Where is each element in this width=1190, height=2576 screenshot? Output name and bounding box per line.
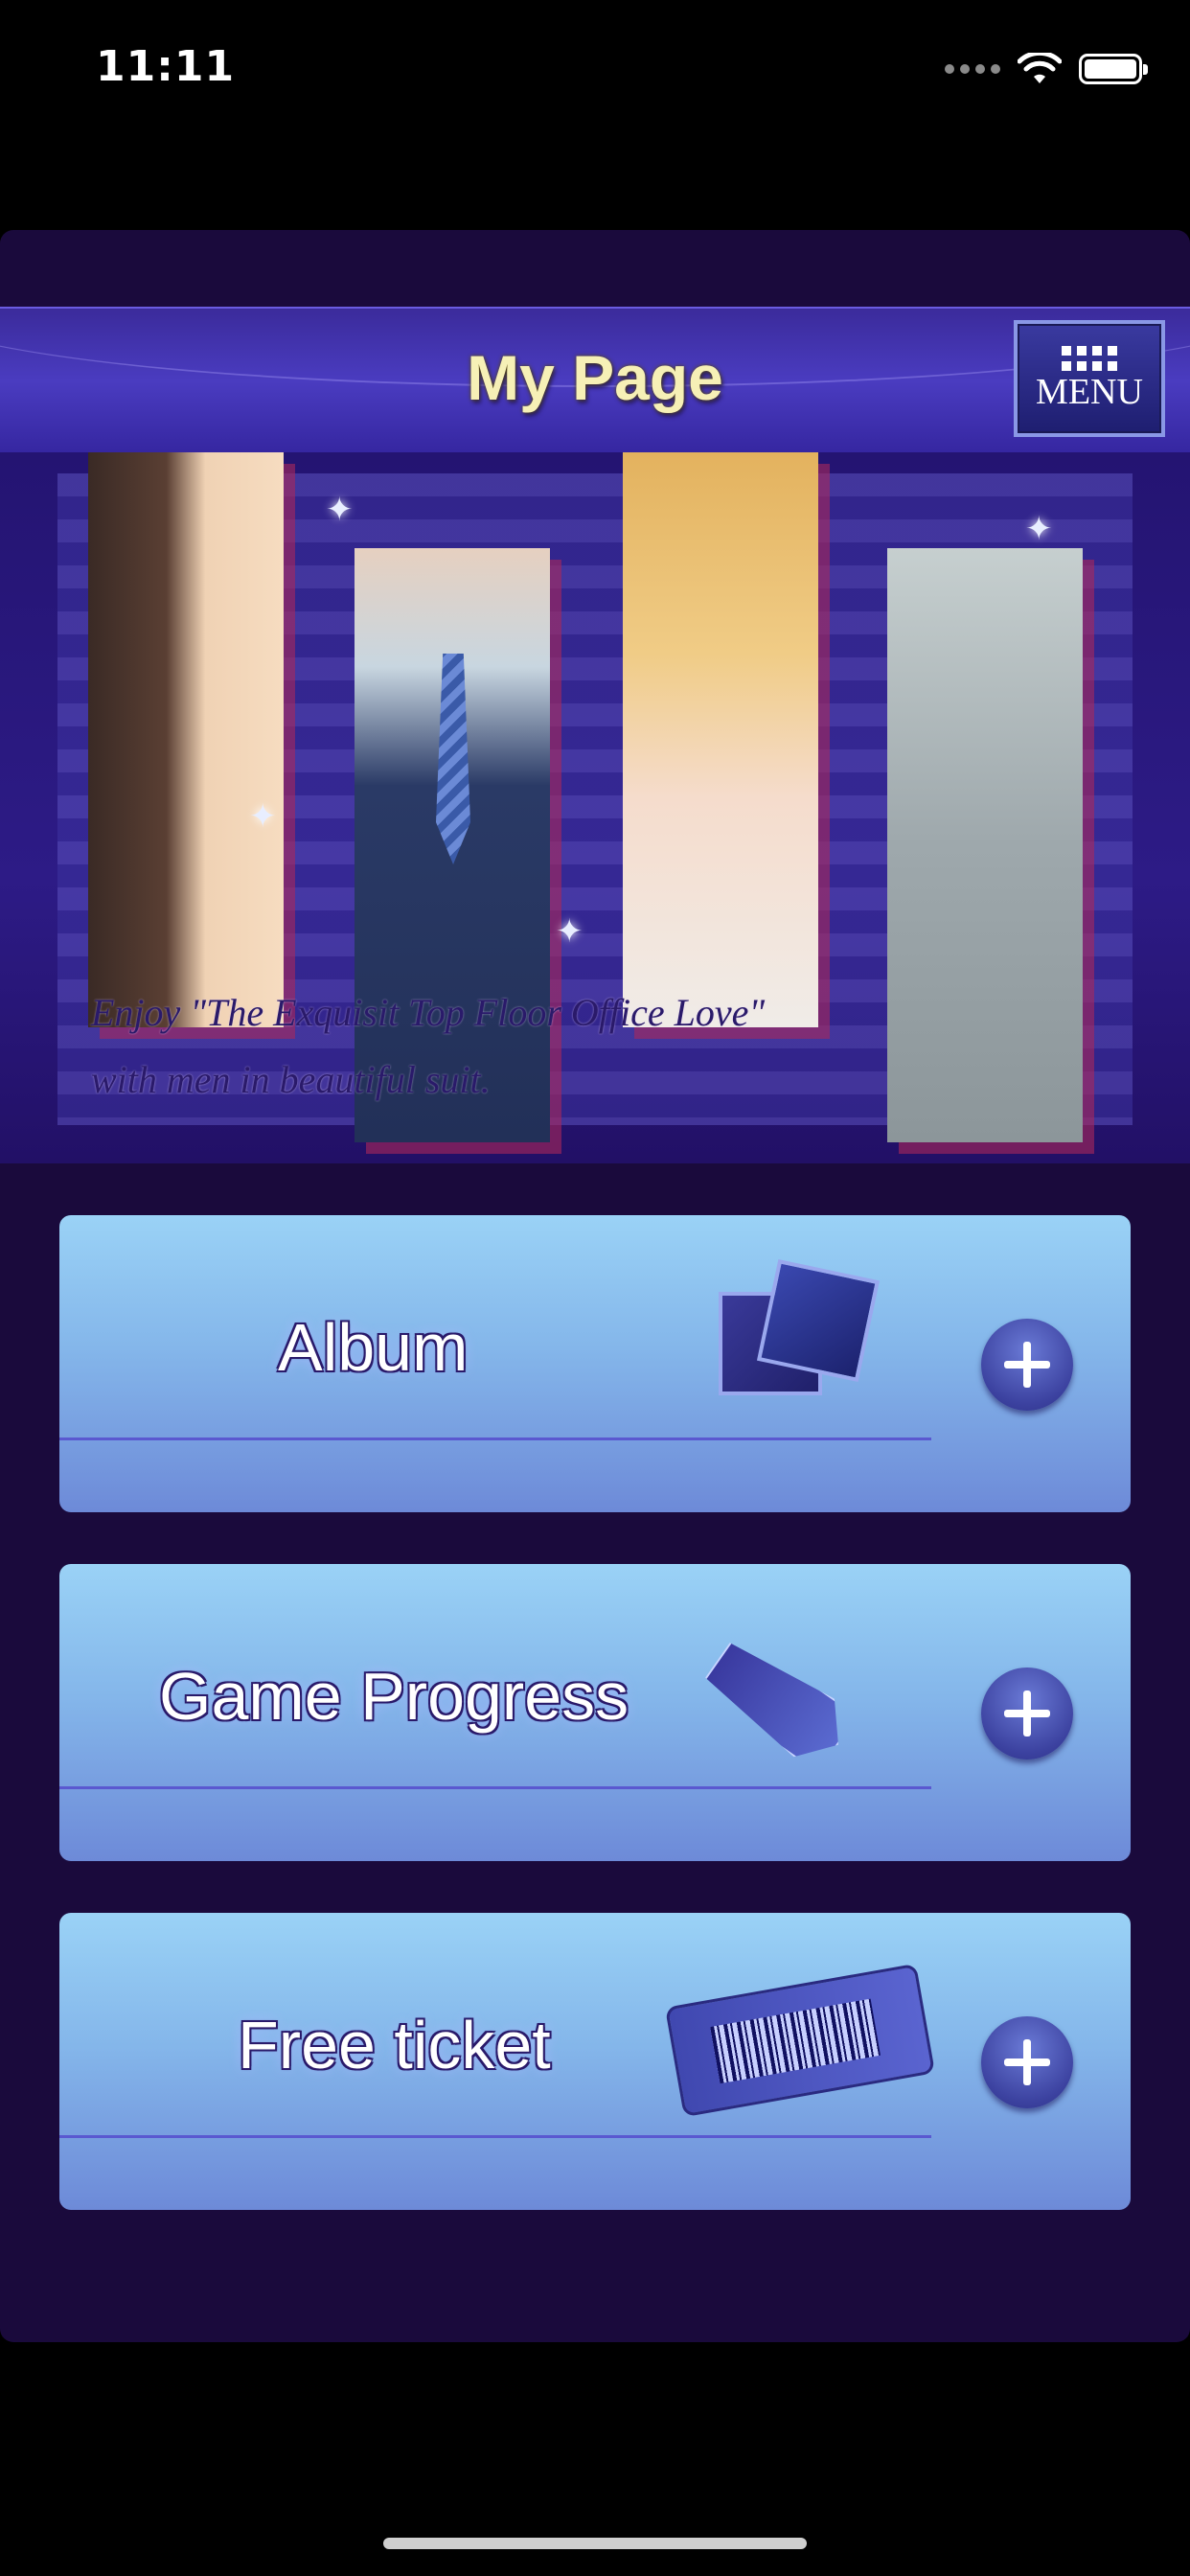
character-panel-cuffs <box>88 452 284 1027</box>
free-ticket-card[interactable]: Free ticket <box>59 1913 1131 2210</box>
character-panel-blonde <box>623 452 818 1027</box>
home-indicator[interactable] <box>383 2538 807 2549</box>
header-bar: My Page MENU <box>0 307 1190 456</box>
sparkle-icon: ✦ <box>326 491 354 529</box>
banner-caption-line2: with men in beautiful suit. <box>91 1058 491 1101</box>
ticket-icon <box>664 1963 936 2118</box>
album-icon <box>719 1258 881 1397</box>
banner-caption-line1: Enjoy "The Exquisit Top Floor Office Lov… <box>91 991 766 1034</box>
grid-icon <box>1062 346 1117 371</box>
menu-button[interactable]: MENU <box>1014 320 1165 437</box>
sparkle-icon: ✦ <box>556 912 584 951</box>
album-plus-button[interactable] <box>981 1319 1073 1411</box>
game-frame: My Page MENU ✦ ✦ ✦ ✦ Enjoy "The Exquisit… <box>0 230 1190 2342</box>
battery-icon <box>1079 54 1148 84</box>
sparkle-icon: ✦ <box>1025 510 1053 548</box>
sparkle-icon: ✦ <box>249 797 277 836</box>
free-ticket-label: Free ticket <box>238 2008 551 2082</box>
hero-banner: ✦ ✦ ✦ ✦ Enjoy "The Exquisit Top Floor Of… <box>0 452 1190 1163</box>
necktie-icon <box>719 1622 891 1765</box>
game-progress-card[interactable]: Game Progress <box>59 1564 1131 1861</box>
wifi-icon <box>1018 53 1062 83</box>
card-divider <box>59 1438 931 1440</box>
banner-caption: Enjoy "The Exquisit Top Floor Office Lov… <box>91 979 1049 1114</box>
status-time: 11:11 <box>96 42 236 91</box>
status-icons <box>945 53 1148 85</box>
page-title: My Page <box>467 342 723 413</box>
card-divider <box>59 1786 931 1789</box>
free-ticket-plus-button[interactable] <box>981 2016 1073 2108</box>
game-progress-label: Game Progress <box>159 1659 629 1734</box>
signal-icon <box>945 64 1000 74</box>
game-progress-plus-button[interactable] <box>981 1668 1073 1760</box>
card-divider <box>59 2135 931 2138</box>
album-label: Album <box>278 1310 469 1385</box>
album-card[interactable]: Album <box>59 1215 1131 1512</box>
menu-button-label: MENU <box>1036 372 1143 412</box>
